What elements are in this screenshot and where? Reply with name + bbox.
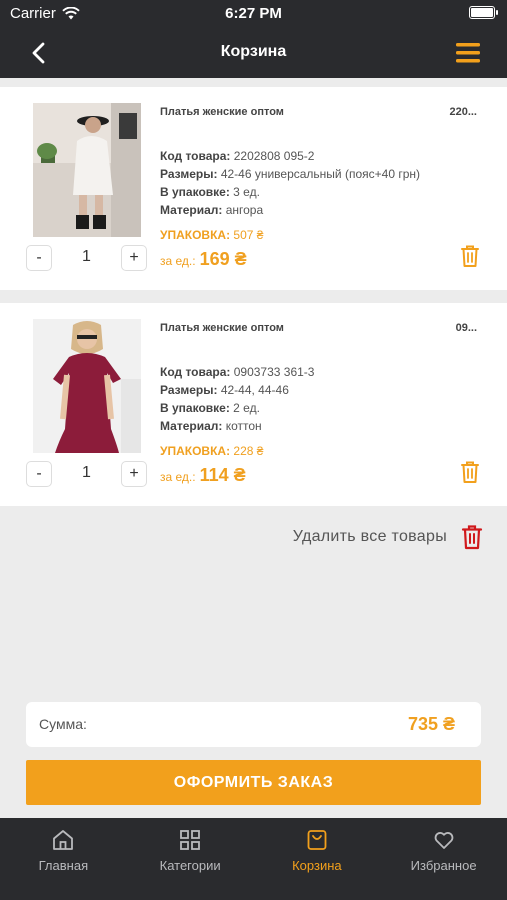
tab-favorites[interactable]: Избранное [380,818,507,900]
product-name: Платья женские оптом [160,322,284,334]
unit-price: за ед.: 114 ₴ [160,465,246,485]
battery-icon [469,6,498,19]
tab-label: Категории [159,858,221,873]
cart-item: Платья женские оптом 220... Код товара: … [0,87,507,290]
spec-row: Размеры: 42-44, 44-46 [160,383,289,397]
quantity-stepper: - 1 + [26,245,147,271]
grid-icon [180,830,201,850]
spec-row: Размеры: 42-46 универсальный (пояс+40 гр… [160,167,421,181]
spec-row: В упаковке: 3 ед. [160,185,260,199]
tab-label: Избранное [410,858,477,873]
product-specs: Код товара: 0903733 361-3 Размеры: 42-44… [160,363,314,435]
heart-icon [434,832,453,849]
increase-button[interactable]: + [121,461,147,487]
product-specs: Код товара: 2202808 095-2 Размеры: 42-46… [160,147,420,219]
product-code-short: 09... [455,322,477,334]
spec-row: Код товара: 2202808 095-2 [160,149,315,163]
product-image[interactable] [33,319,141,453]
tab-label: Корзина [292,858,342,873]
quantity-stepper: - 1 + [26,461,147,487]
delete-all-label: Удалить все товары [292,528,447,545]
clock: 6:27 PM [225,5,282,22]
page-title: Корзина [220,43,287,60]
tab-home[interactable]: Главная [0,818,127,900]
quantity-value: 1 [82,464,91,481]
total-value: 735 ₴ [407,714,455,734]
spec-row: В упаковке: 2 ед. [160,401,260,415]
pack-price: УПАКОВКА: 228 ₴ [160,444,264,458]
checkout-button[interactable]: ОФОРМИТЬ ЗАКАЗ [26,760,481,805]
product-image[interactable] [33,103,141,237]
cart-item: Платья женские оптом 09... Код товара: 0… [0,303,507,506]
quantity-value: 1 [82,248,91,265]
product-code-short: 220... [449,106,477,118]
tab-cart[interactable]: Корзина [254,818,381,900]
tab-label: Главная [38,858,89,873]
decrease-button[interactable]: - [26,461,52,487]
menu-icon[interactable] [455,42,481,64]
home-icon [53,830,74,850]
decrease-button[interactable]: - [26,245,52,271]
bag-icon [307,830,327,850]
tab-categories[interactable]: Категории [127,818,254,900]
delete-all-button[interactable]: Удалить все товары [293,524,483,550]
total-label: Сумма: [39,716,87,732]
trash-icon [461,525,483,550]
product-name: Платья женские оптом [160,106,284,118]
trash-icon[interactable] [460,244,480,268]
status-bar: Carrier 6:27 PM [0,0,507,28]
unit-price: за ед.: 169 ₴ [160,249,247,269]
increase-button[interactable]: + [121,245,147,271]
pack-price: УПАКОВКА: 507 ₴ [160,228,264,242]
trash-icon[interactable] [460,460,480,484]
spec-row: Код товара: 0903733 361-3 [160,365,315,379]
tab-bar: Главная Категории Корзина Избранное [0,818,507,900]
order-total: Сумма: 735 ₴ [26,702,481,747]
spec-row: Материал: коттон [160,419,262,433]
spec-row: Материал: ангора [160,203,264,217]
nav-bar: Корзина [0,28,507,78]
